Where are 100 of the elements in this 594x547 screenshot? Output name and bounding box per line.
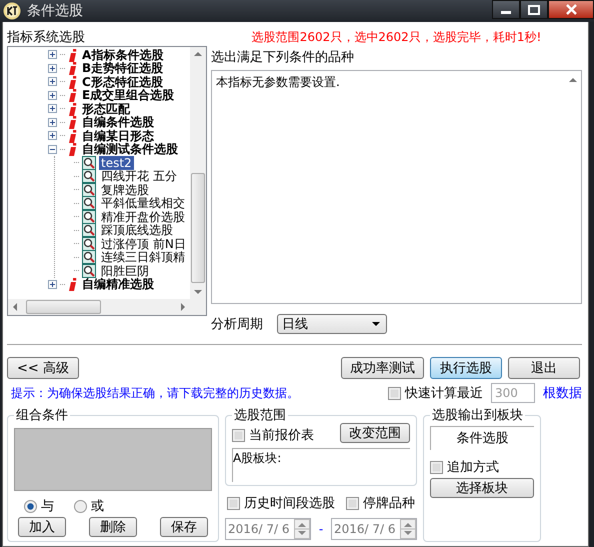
tree-item[interactable]: 平斜低量线相交 [99, 196, 187, 210]
tree-item[interactable]: 自编条件选股 [80, 115, 156, 130]
formula-icon [82, 196, 96, 210]
advanced-button[interactable]: << 高级 [7, 357, 79, 379]
info-icon [68, 61, 77, 76]
result-label: 选出满足下列条件的品种 [211, 49, 355, 66]
formula-icon [82, 169, 96, 184]
logo-icon [3, 2, 21, 20]
radio-label[interactable]: 或 [91, 497, 104, 515]
info-icon [68, 277, 77, 292]
scrollbar-thumb[interactable] [191, 173, 205, 283]
tree-item[interactable]: 精准开盘价选股 [99, 210, 187, 224]
maximize-button[interactable] [520, 0, 548, 19]
tree-item[interactable]: 自编精准选股 [80, 277, 156, 292]
bar-count-unit: 根数据 [543, 385, 582, 402]
action-button[interactable]: 执行选股 [430, 357, 502, 379]
expand-icon[interactable] [48, 64, 57, 73]
expand-icon[interactable] [48, 104, 57, 114]
expand-icon[interactable] [48, 90, 57, 100]
formula-icon [82, 250, 96, 264]
collapse-icon[interactable] [48, 144, 57, 154]
scroll-left-icon [12, 303, 18, 311]
tree-item[interactable]: 自编测试条件选股 [80, 142, 180, 156]
info-icon [68, 88, 77, 102]
select-block-button[interactable]: 选择板块 [430, 478, 534, 498]
tree-item[interactable]: 连续三日斜顶精 [99, 250, 187, 264]
checkbox[interactable] [227, 496, 240, 510]
radio-button[interactable] [24, 500, 37, 512]
date-value: 2016/ 7/ 6 [334, 522, 396, 536]
expand-icon[interactable] [48, 118, 57, 127]
tree-item[interactable]: 自编某日形态 [80, 128, 156, 143]
scroll-up-icon [194, 51, 202, 57]
checkbox-label[interactable]: 快速计算最近 [405, 384, 483, 402]
status-message: 选股范围2602只，选中2602只，选股完毕，耗时1秒! [250, 29, 542, 46]
scroll-right-icon [180, 303, 186, 311]
checkbox[interactable] [232, 428, 245, 442]
result-text: 本指标无参数需要设置. [215, 74, 341, 91]
checkbox[interactable] [388, 386, 401, 400]
formula-icon [82, 223, 96, 238]
checkbox[interactable] [346, 496, 359, 510]
spin-button[interactable] [294, 519, 310, 539]
tree-item[interactable]: 过涨停顶 前N日 [99, 236, 188, 251]
radio-button[interactable] [74, 500, 87, 512]
checkbox-label[interactable]: 历史时间段选股 [244, 494, 335, 512]
tree-item[interactable]: 四线开花 五分 [99, 169, 179, 184]
date-field[interactable]: 2016/ 7/ 6 [331, 518, 417, 540]
scrollbar-thumb[interactable] [26, 300, 101, 314]
group-title: 组合条件 [16, 408, 68, 423]
tree-item[interactable]: 踩顶底线选股 [99, 223, 175, 238]
caret-icon [372, 322, 380, 326]
formula-icon [82, 264, 96, 278]
spin-button[interactable] [400, 519, 416, 539]
info-icon [68, 102, 77, 116]
checkbox-label[interactable]: 追加方式 [447, 458, 499, 476]
expand-icon[interactable] [48, 50, 57, 60]
tree-item[interactable]: C形态特征选股 [80, 74, 165, 89]
info-icon [68, 74, 77, 89]
close-button[interactable] [548, 0, 594, 19]
info-icon [68, 142, 77, 156]
action-button[interactable]: 成功率测试 [341, 357, 424, 379]
checkbox-label[interactable]: 当前报价表 [249, 426, 314, 444]
panel-title: 指标系统选股 [7, 29, 86, 46]
date-value: 2016/ 7/ 6 [228, 522, 290, 536]
horizontal-scrollbar[interactable] [8, 299, 190, 315]
minimize-button[interactable] [492, 0, 520, 19]
scroll-down-icon [194, 289, 202, 295]
period-dropdown[interactable]: 日线 [277, 314, 387, 334]
combo-button[interactable]: 加入 [18, 517, 66, 537]
formula-icon [82, 236, 96, 251]
info-icon [68, 48, 77, 62]
tree-item[interactable]: 阳胜巨阴 [99, 264, 151, 278]
date-separator: - [318, 522, 324, 536]
checkbox-label[interactable]: 停牌品种 [363, 494, 415, 512]
formula-icon [82, 156, 96, 170]
radio-label[interactable]: 与 [41, 497, 54, 515]
tree-item[interactable]: B走势特征选股 [80, 61, 166, 76]
group-title: 选股范围 [234, 408, 286, 423]
tree-item[interactable]: A指标条件选股 [80, 48, 166, 62]
change-scope-button[interactable]: 改变范围 [340, 423, 410, 443]
formula-icon [82, 182, 96, 197]
action-button[interactable]: 退出 [508, 357, 580, 379]
tree-item[interactable]: 形态匹配 [80, 102, 132, 116]
combo-button[interactable]: 保存 [160, 517, 208, 537]
tree-item[interactable]: test2 [99, 156, 134, 170]
period-label: 分析周期 [211, 316, 263, 333]
close-icon [566, 4, 576, 15]
expand-icon[interactable] [48, 77, 57, 86]
expand-icon[interactable] [48, 131, 57, 140]
tree-item[interactable]: E成交里组合选股 [80, 88, 176, 102]
window-title: 条件选股 [27, 2, 84, 20]
checkbox[interactable] [430, 460, 443, 474]
tree-item[interactable]: 复牌选股 [99, 182, 151, 197]
info-icon [68, 128, 77, 143]
date-field[interactable]: 2016/ 7/ 6 [225, 518, 311, 540]
vertical-scrollbar[interactable] [190, 47, 206, 299]
dropdown-value: 日线 [282, 316, 308, 333]
maximize-icon [528, 4, 540, 14]
info-icon [68, 115, 77, 130]
combo-button[interactable]: 删除 [89, 517, 137, 537]
expand-icon[interactable] [48, 280, 57, 289]
